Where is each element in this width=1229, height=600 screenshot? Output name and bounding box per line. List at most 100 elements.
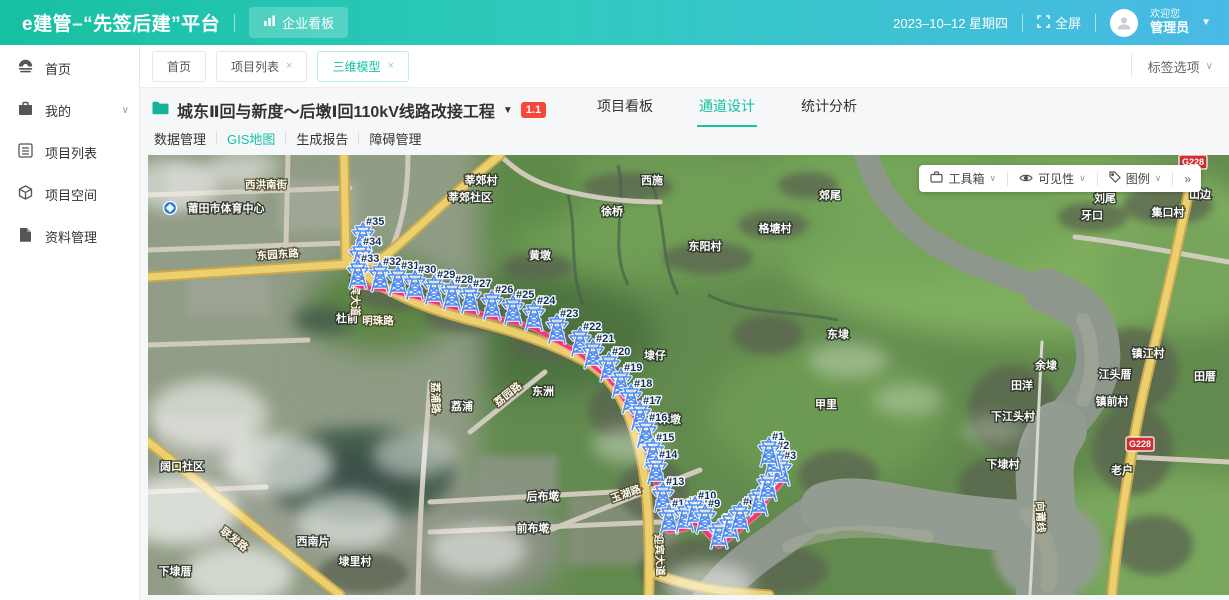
subtab-gis-map[interactable]: GIS地图: [217, 129, 285, 148]
tab-chip-3d-model[interactable]: 三维模型 ×: [317, 51, 408, 82]
place-label: 阔口社区: [160, 459, 204, 473]
tower-label: #9: [708, 498, 720, 510]
chevron-down-icon: ∨: [1206, 61, 1213, 72]
eye-icon: [1019, 172, 1033, 186]
header-divider: [234, 14, 235, 32]
tower-label: #15: [656, 432, 674, 444]
place-label: 埭仔: [644, 348, 666, 362]
tag-options-dropdown[interactable]: 标签选项 ∨: [1131, 54, 1213, 78]
place-label: 刘尾: [1094, 191, 1116, 205]
place-label: 后布墘: [527, 489, 560, 503]
place-label: 莘郊社区: [448, 190, 492, 204]
place-label: 西施: [641, 173, 663, 187]
app-header: e建管–“先签后建”平台 企业看板 2023–10–12 星期四 全屏 欢迎您 …: [0, 0, 1229, 45]
header-divider: [1022, 14, 1023, 32]
sidebar-item-label: 资料管理: [45, 227, 97, 246]
tab-chip-label: 项目列表: [231, 58, 279, 75]
header-date: 2023–10–12 星期四: [893, 13, 1008, 32]
user-menu-caret-icon[interactable]: ▼: [1201, 17, 1211, 28]
visibility-dropdown[interactable]: 可见性 ∨: [1008, 165, 1097, 192]
legend-dropdown[interactable]: 图例 ∨: [1098, 165, 1173, 192]
road-label: 荔浦路: [428, 381, 442, 414]
chevron-down-icon: ∨: [1155, 173, 1162, 184]
view-tabs: 项目看板 通道设计 统计分析: [595, 88, 859, 127]
place-label: 田厝: [1194, 370, 1216, 383]
fullscreen-button[interactable]: 全屏: [1037, 13, 1081, 32]
gis-map[interactable]: 西洪南街莆田市体育中心莘郊村莘郊社区西施徐桥黄墩东阳村格塘村郊尾刘尾山边牙口集口…: [148, 155, 1229, 595]
subtab-obstacle-management[interactable]: 障碍管理: [359, 129, 431, 148]
tab-statistics[interactable]: 统计分析: [799, 88, 859, 127]
chevron-down-icon: ∨: [1079, 173, 1086, 184]
sidebar-item-label: 首页: [45, 59, 71, 78]
sidebar-item-home[interactable]: 首页: [0, 47, 139, 89]
place-label: 东洲: [532, 384, 554, 398]
place-label: 黄墩: [529, 248, 552, 262]
list-icon: [18, 143, 33, 161]
place-label: 余埭: [1034, 358, 1058, 372]
sidebar-item-project-space[interactable]: 项目空间: [0, 173, 139, 215]
tower-label: #14: [659, 449, 678, 461]
tower-label: #20: [612, 346, 630, 358]
tag-options-label: 标签选项: [1148, 57, 1200, 76]
tower-label: #19: [624, 362, 642, 374]
stadium-poi-icon[interactable]: [164, 202, 177, 215]
toolbox-dropdown[interactable]: 工具箱 ∨: [919, 165, 1007, 192]
avatar[interactable]: [1110, 9, 1138, 37]
close-icon[interactable]: ×: [387, 60, 393, 72]
username: 管理员: [1150, 21, 1189, 36]
bar-chart-icon: [263, 15, 276, 30]
briefcase-icon: [18, 101, 33, 119]
fullscreen-label: 全屏: [1055, 13, 1081, 32]
sidebar-item-project-list[interactable]: 项目列表: [0, 131, 139, 173]
place-label: 莘郊村: [465, 173, 498, 187]
cube-icon: [18, 185, 33, 203]
tower-label: #22: [583, 321, 601, 333]
tower-label: #16: [649, 412, 667, 424]
version-badge: 1.1: [521, 102, 546, 118]
sidebar-item-data-management[interactable]: 资料管理: [0, 215, 139, 257]
document-icon: [18, 227, 33, 245]
place-label: 埭里村: [339, 554, 372, 568]
tower-label: #18: [634, 378, 652, 390]
project-caret-icon[interactable]: ▼: [503, 105, 513, 116]
tab-chip-project-list[interactable]: 项目列表 ×: [216, 51, 307, 82]
road-label: 明珠路: [362, 314, 394, 327]
toolbar-more-button[interactable]: »: [1173, 172, 1201, 186]
tower-label: #23: [560, 308, 578, 320]
tower-label: #25: [516, 289, 534, 301]
place-label: 集口村: [1151, 205, 1185, 219]
place-label: 格塘村: [759, 221, 792, 235]
project-title[interactable]: 城东Ⅱ回与新度～后墩Ⅰ回110kV线路改接工程: [177, 98, 495, 122]
place-label: 荔浦: [450, 399, 473, 413]
place-label: 镇江村: [1132, 346, 1165, 360]
app-title: e建管–“先签后建”平台: [22, 9, 220, 36]
place-label: 田洋: [1011, 378, 1033, 392]
tab-channel-design[interactable]: 通道设计: [697, 88, 757, 127]
tower-label: #31: [401, 260, 419, 272]
place-label: 东埭: [827, 327, 850, 341]
satellite-map-canvas[interactable]: 西洪南街莆田市体育中心莘郊村莘郊社区西施徐桥黄墩东阳村格塘村郊尾刘尾山边牙口集口…: [148, 155, 1229, 595]
place-label: 下埭厝: [159, 564, 192, 578]
tab-project-board[interactable]: 项目看板: [595, 88, 655, 127]
legend-label: 图例: [1126, 170, 1150, 187]
close-icon[interactable]: ×: [286, 60, 292, 72]
subtab-generate-report[interactable]: 生成报告: [286, 129, 358, 148]
place-label: 郊尾: [819, 188, 841, 202]
tab-chip-label: 首页: [167, 58, 191, 75]
tower-label: #17: [643, 395, 661, 407]
subtab-data-management[interactable]: 数据管理: [152, 129, 216, 148]
place-label: 西南片: [297, 534, 330, 548]
enterprise-dashboard-button[interactable]: 企业看板: [249, 7, 348, 38]
chevron-down-icon: ∨: [990, 173, 997, 184]
sidebar-item-mine[interactable]: 我的 ∨: [0, 89, 139, 131]
tower-label: #21: [596, 333, 614, 345]
sidebar-item-label: 项目空间: [45, 185, 97, 204]
user-info[interactable]: 欢迎您 管理员: [1150, 9, 1189, 35]
tower-label: #33: [361, 253, 379, 265]
place-label: 甲里: [815, 398, 837, 411]
place-label: 莆田市体育中心: [188, 201, 265, 215]
tower-label: #30: [418, 264, 436, 276]
tab-chip-home[interactable]: 首页: [152, 51, 206, 82]
place-label: 东阳村: [689, 239, 722, 253]
enterprise-dashboard-label: 企业看板: [282, 13, 334, 32]
